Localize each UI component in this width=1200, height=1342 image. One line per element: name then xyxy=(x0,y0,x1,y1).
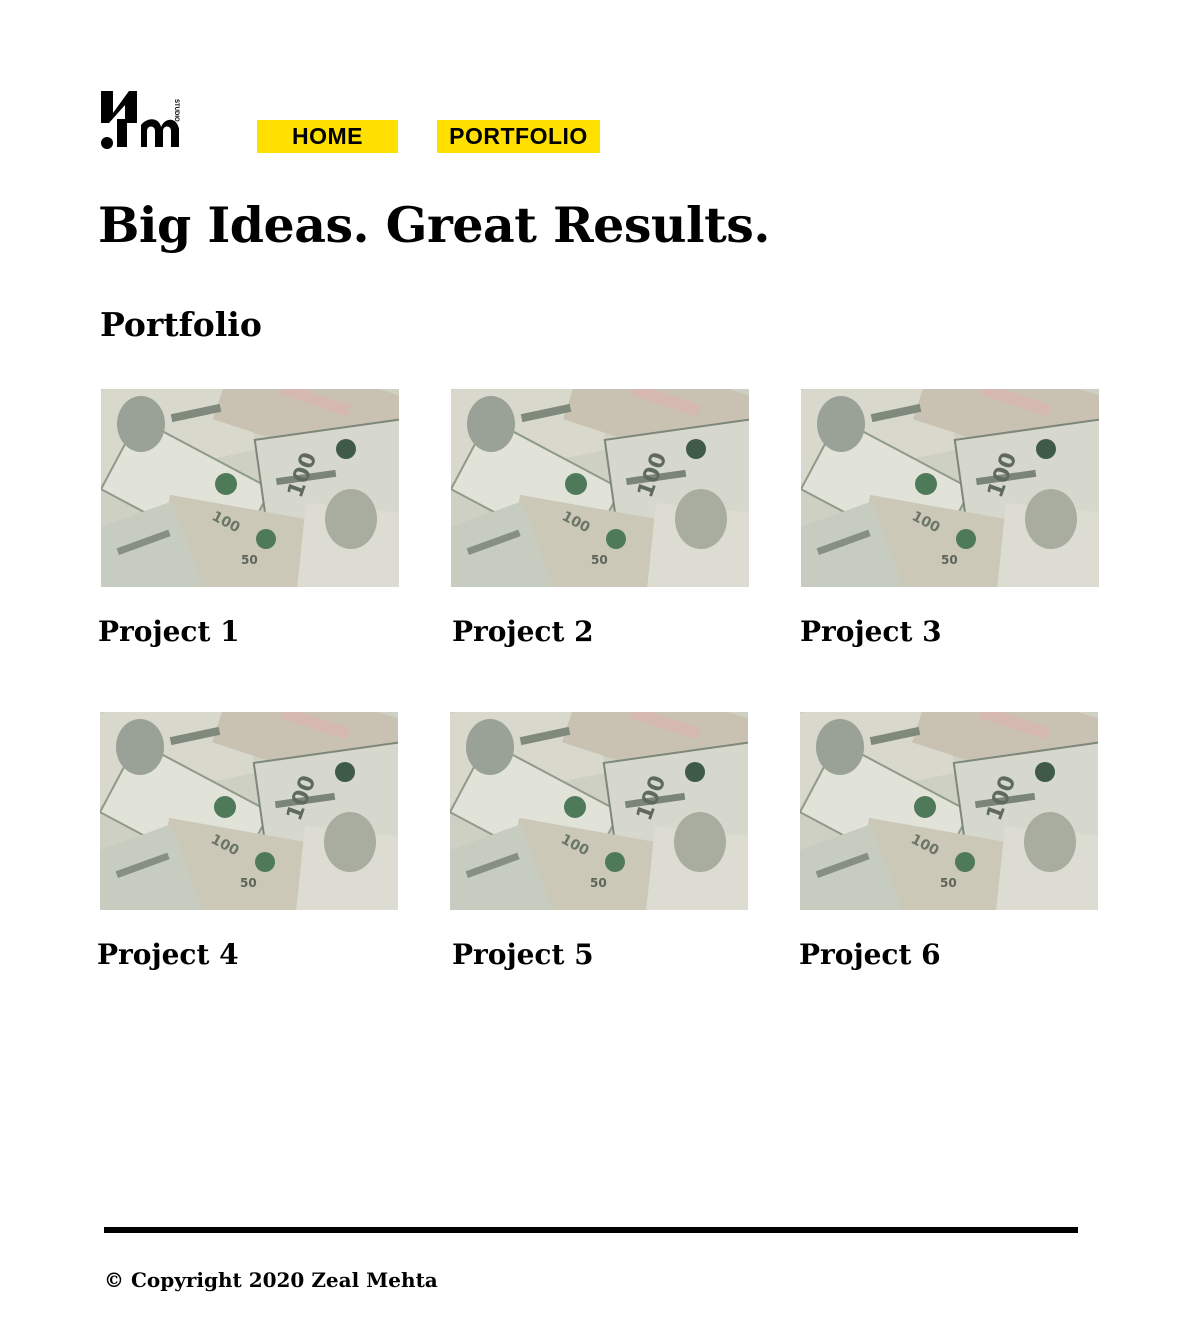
logo-tagline: STUDIO xyxy=(173,99,179,122)
page-title: Big Ideas. Great Results. xyxy=(98,196,770,254)
project-1-title[interactable]: Project 1 xyxy=(98,615,240,648)
project-6-title[interactable]: Project 6 xyxy=(799,938,941,971)
project-3-title[interactable]: Project 3 xyxy=(800,615,942,648)
project-5-image[interactable] xyxy=(450,712,748,910)
project-4-image[interactable] xyxy=(100,712,398,910)
footer-divider xyxy=(104,1227,1078,1233)
project-1-image[interactable] xyxy=(101,389,399,587)
project-3-image[interactable] xyxy=(801,389,1099,587)
project-2-image[interactable] xyxy=(451,389,749,587)
nav-portfolio-button[interactable]: PORTFOLIO xyxy=(437,120,600,153)
portfolio-heading: Portfolio xyxy=(100,305,262,344)
nav-home-button[interactable]: HOME xyxy=(257,120,398,153)
studio-logo-icon[interactable]: STUDIO xyxy=(99,89,197,151)
footer-copyright: © Copyright 2020 Zeal Mehta xyxy=(104,1268,438,1292)
project-6-image[interactable] xyxy=(800,712,1098,910)
project-5-title[interactable]: Project 5 xyxy=(452,938,594,971)
project-2-title[interactable]: Project 2 xyxy=(452,615,594,648)
project-4-title[interactable]: Project 4 xyxy=(97,938,239,971)
